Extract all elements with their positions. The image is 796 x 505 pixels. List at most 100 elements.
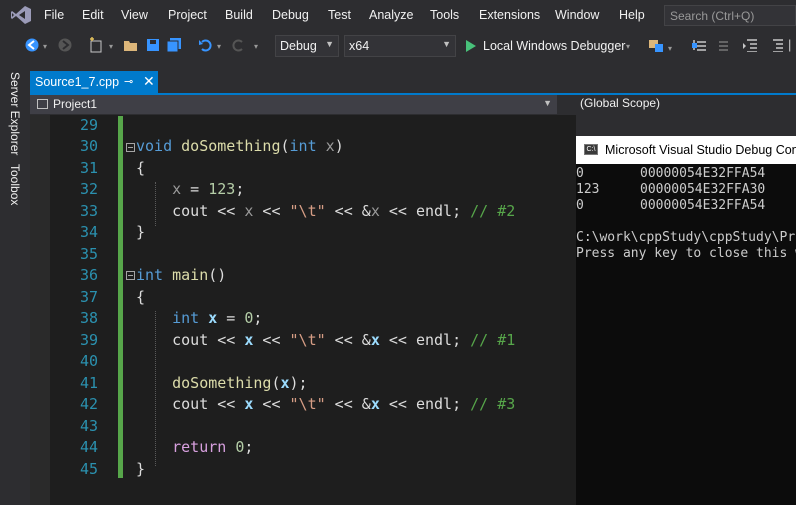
code-token: cout << bbox=[136, 331, 245, 349]
code-line[interactable]: int x = 0; bbox=[136, 309, 262, 327]
local-windows-debugger-button[interactable]: Local Windows Debugger bbox=[483, 39, 625, 53]
console-press-key-line: Press any key to close this window bbox=[576, 246, 796, 261]
code-token: = bbox=[217, 309, 245, 327]
save-icon[interactable] bbox=[146, 38, 160, 52]
menu-build[interactable]: Build bbox=[225, 8, 253, 22]
menu-file[interactable]: File bbox=[44, 8, 64, 22]
menu-analyze[interactable]: Analyze bbox=[369, 8, 413, 22]
new-dropdown-icon[interactable]: ▾ bbox=[109, 42, 113, 51]
outdent-icon[interactable] bbox=[768, 38, 784, 52]
redo-icon[interactable] bbox=[232, 38, 246, 52]
code-line[interactable]: { bbox=[136, 288, 145, 306]
code-token: << endl; bbox=[379, 331, 471, 349]
code-token: doSomething bbox=[172, 374, 272, 392]
uncomment-icon[interactable] bbox=[714, 38, 730, 52]
code-token: ; bbox=[235, 180, 245, 198]
code-line[interactable]: void doSomething(int x) bbox=[136, 137, 344, 155]
configuration-value: Debug bbox=[280, 39, 317, 53]
toolbox-tab[interactable]: Toolbox bbox=[8, 164, 22, 205]
code-token: << bbox=[253, 395, 290, 413]
debugger-dropdown-icon[interactable]: ▾ bbox=[626, 42, 630, 51]
code-token: << & bbox=[325, 331, 371, 349]
menu-test[interactable]: Test bbox=[328, 8, 351, 22]
undo-icon[interactable] bbox=[198, 38, 212, 52]
back-icon[interactable] bbox=[25, 38, 39, 52]
code-token: // #3 bbox=[470, 395, 516, 413]
line-number: 44 bbox=[79, 438, 98, 456]
menu-extensions[interactable]: Extensions bbox=[479, 8, 540, 22]
code-token: x bbox=[370, 331, 380, 349]
code-line[interactable]: cout << x << "\t" << &x << endl; // #1 bbox=[136, 331, 515, 349]
code-line[interactable]: } bbox=[136, 223, 145, 241]
console-value: 123 bbox=[576, 182, 600, 197]
code-token: 123 bbox=[208, 180, 236, 198]
code-line[interactable]: cout << x << "\t" << &x << endl; // #3 bbox=[136, 395, 515, 413]
tab-source1-7-cpp[interactable]: Source1_7.cpp ⊸ ✕ bbox=[30, 71, 158, 93]
code-line[interactable]: x = 123; bbox=[136, 180, 244, 198]
save-all-icon[interactable] bbox=[166, 37, 182, 53]
close-icon[interactable]: ✕ bbox=[143, 73, 155, 90]
menu-debug[interactable]: Debug bbox=[272, 8, 309, 22]
collapse-toggle-icon[interactable] bbox=[126, 143, 135, 152]
redo-dropdown-icon[interactable]: ▾ bbox=[254, 42, 258, 51]
code-line[interactable]: int main() bbox=[136, 266, 226, 284]
scope-name: (Global Scope) bbox=[580, 96, 661, 110]
code-token: x bbox=[172, 180, 182, 198]
code-token: x bbox=[208, 309, 218, 327]
menu-window[interactable]: Window bbox=[555, 8, 599, 22]
menu-project[interactable]: Project bbox=[168, 8, 207, 22]
code-token: main bbox=[172, 266, 209, 284]
menu-edit[interactable]: Edit bbox=[82, 8, 104, 22]
code-token: { bbox=[136, 288, 146, 306]
code-line[interactable]: doSomething(x); bbox=[136, 374, 307, 392]
undo-dropdown-icon[interactable]: ▾ bbox=[217, 42, 221, 51]
code-line[interactable]: return 0; bbox=[136, 438, 253, 456]
comment-icon[interactable] bbox=[692, 38, 708, 52]
visual-studio-logo-icon[interactable] bbox=[10, 5, 32, 25]
console-title-bar[interactable]: C:\ Microsoft Visual Studio Debug Consol… bbox=[576, 136, 796, 164]
code-token: int bbox=[172, 309, 200, 327]
project-dropdown[interactable]: Project1 ▼ bbox=[30, 95, 557, 114]
search-input[interactable]: Search (Ctrl+Q) bbox=[664, 5, 796, 26]
menu-help[interactable]: Help bbox=[619, 8, 645, 22]
code-token: x bbox=[370, 202, 380, 220]
project-icon bbox=[37, 99, 48, 109]
code-token: ; bbox=[253, 309, 263, 327]
platform-dropdown[interactable]: x64 ▼ bbox=[344, 35, 456, 57]
console-value: 0 bbox=[576, 166, 584, 181]
collapse-toggle-icon[interactable] bbox=[126, 271, 135, 280]
debug-console-window[interactable]: 0 00000054E32FFA54 123 00000054E32FFA30 0 000… bbox=[576, 136, 796, 505]
scope-dropdown[interactable]: (Global Scope) bbox=[561, 95, 796, 114]
code-line[interactable]: } bbox=[136, 460, 145, 478]
line-number: 42 bbox=[79, 395, 98, 413]
indent-icon[interactable] bbox=[742, 38, 758, 52]
server-explorer-tab[interactable]: Server Explorer bbox=[8, 72, 22, 155]
code-token: ( bbox=[280, 137, 290, 155]
configuration-dropdown[interactable]: Debug ▼ bbox=[275, 35, 339, 57]
chevron-down-icon: ▼ bbox=[442, 39, 451, 49]
start-debug-icon[interactable] bbox=[466, 40, 476, 52]
back-dropdown-icon[interactable]: ▾ bbox=[43, 42, 47, 51]
tab-filename: Source1_7.cpp bbox=[35, 75, 120, 89]
code-line[interactable]: { bbox=[136, 159, 145, 177]
menu-tools[interactable]: Tools bbox=[430, 8, 459, 22]
code-editor[interactable] bbox=[30, 115, 576, 505]
toolbar-more-icon[interactable]: | bbox=[788, 37, 791, 52]
new-project-icon[interactable] bbox=[88, 37, 104, 53]
code-token: ; bbox=[244, 438, 254, 456]
forward-icon[interactable] bbox=[58, 38, 72, 52]
breakpoint-icon[interactable] bbox=[648, 37, 664, 53]
open-file-icon[interactable] bbox=[123, 38, 139, 52]
menu-view[interactable]: View bbox=[121, 8, 148, 22]
pin-icon[interactable]: ⊸ bbox=[124, 75, 133, 88]
toolbar-overflow-icon[interactable]: ▾ bbox=[668, 44, 672, 53]
code-line[interactable]: cout << x << "\t" << &x << endl; // #2 bbox=[136, 202, 515, 220]
code-token: () bbox=[208, 266, 227, 284]
code-token: int bbox=[136, 266, 164, 284]
